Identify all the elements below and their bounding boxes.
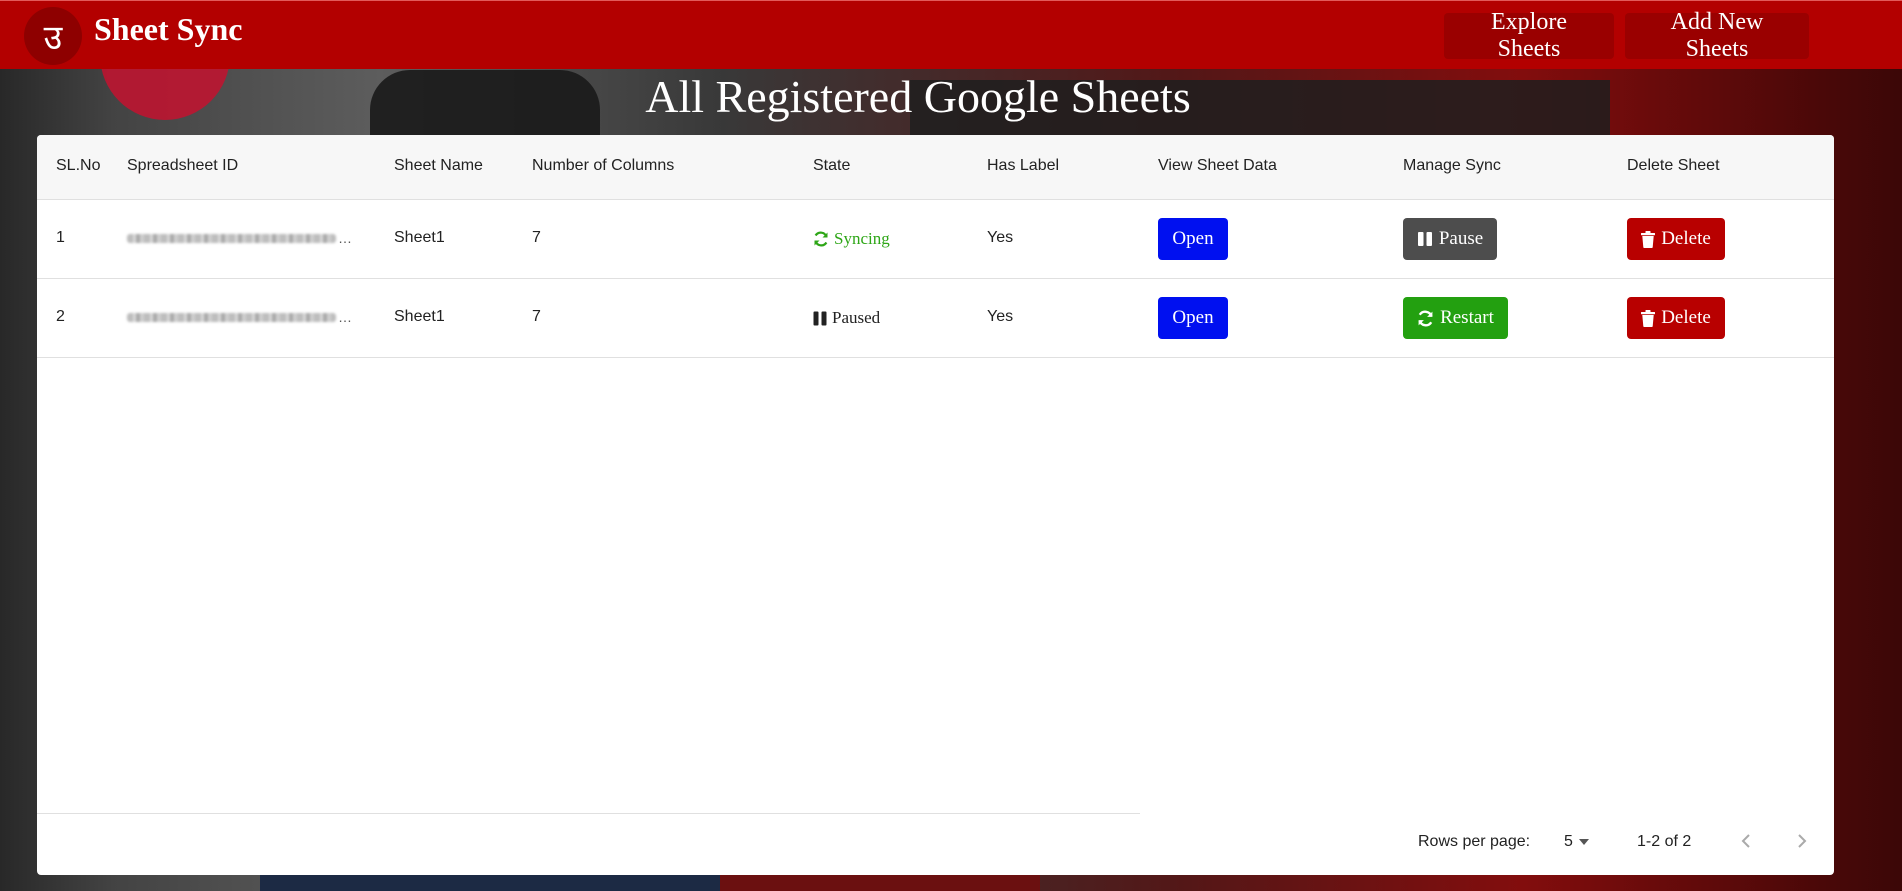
sync-icon	[1417, 310, 1434, 327]
restart-label: Restart	[1440, 307, 1494, 328]
column-header-sheet-name: Sheet Name	[394, 157, 483, 174]
table-row: 2 … Sheet1 7 Paused Yes Open Restart Del…	[37, 279, 1834, 358]
column-header-manage-sync: Manage Sync	[1403, 157, 1501, 174]
chevron-left-icon	[1741, 834, 1750, 848]
cell-sl-no: 2	[56, 308, 65, 325]
logo-icon[interactable]: उ	[24, 7, 82, 65]
column-header-spreadsheet-id: Spreadsheet ID	[127, 157, 239, 174]
delete-sheet-button[interactable]: Delete	[1627, 218, 1725, 260]
column-header-has-label: Has Label	[987, 157, 1060, 174]
explore-sheets-button[interactable]: Explore Sheets	[1444, 9, 1614, 62]
state-badge-syncing: Syncing	[813, 229, 890, 249]
rows-per-page-select[interactable]: 5	[1564, 833, 1589, 851]
cell-number-of-columns: 7	[532, 229, 541, 246]
delete-sheet-button[interactable]: Delete	[1627, 297, 1725, 339]
pause-sync-button[interactable]: Pause	[1403, 218, 1497, 260]
trash-icon	[1641, 230, 1656, 248]
brand-title[interactable]: Sheet Sync	[94, 11, 242, 48]
chevron-down-icon	[1578, 839, 1589, 845]
open-sheet-button[interactable]: Open	[1158, 297, 1228, 339]
trash-icon	[1641, 309, 1656, 327]
cell-sheet-name: Sheet1	[394, 229, 445, 246]
cell-has-label: Yes	[987, 308, 1014, 325]
table-row: 1 … Sheet1 7 Syncing Yes Open Pause Dele…	[37, 200, 1834, 279]
cell-number-of-columns: 7	[532, 308, 541, 325]
delete-label: Delete	[1661, 228, 1711, 249]
column-header-state: State	[813, 157, 851, 174]
pagination-range: 1-2 of 2	[1637, 833, 1692, 850]
add-new-sheets-button[interactable]: Add New Sheets	[1625, 9, 1809, 62]
divider	[37, 813, 1140, 814]
state-label: Paused	[832, 308, 881, 327]
column-header-delete-sheet: Delete Sheet	[1627, 157, 1720, 174]
rows-per-page-value: 5	[1564, 833, 1573, 850]
pause-label: Pause	[1438, 228, 1484, 249]
rows-per-page-label: Rows per page:	[1418, 833, 1531, 850]
cell-sheet-name: Sheet1	[394, 308, 445, 325]
column-header-sl-no: SL.No	[56, 157, 101, 174]
cell-sl-no: 1	[56, 229, 65, 246]
column-header-number-of-columns: Number of Columns	[532, 157, 675, 174]
column-header-view-sheet-data: View Sheet Data	[1158, 157, 1277, 174]
sheets-table: SL.No Spreadsheet ID Sheet Name Number o…	[37, 135, 1834, 875]
pause-icon	[1417, 231, 1433, 247]
next-page-button[interactable]	[1790, 829, 1814, 853]
previous-page-button[interactable]	[1734, 829, 1758, 853]
page-title: All Registered Google Sheets	[645, 71, 1191, 122]
open-sheet-button[interactable]: Open	[1158, 218, 1228, 260]
sync-icon	[813, 231, 829, 247]
cell-spreadsheet-id-redacted: …	[127, 309, 352, 325]
table-header: SL.No Spreadsheet ID Sheet Name Number o…	[37, 135, 1834, 200]
chevron-right-icon	[1798, 834, 1807, 848]
state-badge-paused: Paused	[813, 308, 880, 328]
pause-icon	[813, 311, 827, 326]
delete-label: Delete	[1661, 307, 1711, 328]
cell-has-label: Yes	[987, 229, 1014, 246]
navbar: उ Sheet Sync Explore Sheets Add New Shee…	[0, 0, 1902, 69]
restart-sync-button[interactable]: Restart	[1403, 297, 1508, 339]
state-label: Syncing	[834, 229, 890, 248]
cell-spreadsheet-id-redacted: …	[127, 230, 352, 246]
